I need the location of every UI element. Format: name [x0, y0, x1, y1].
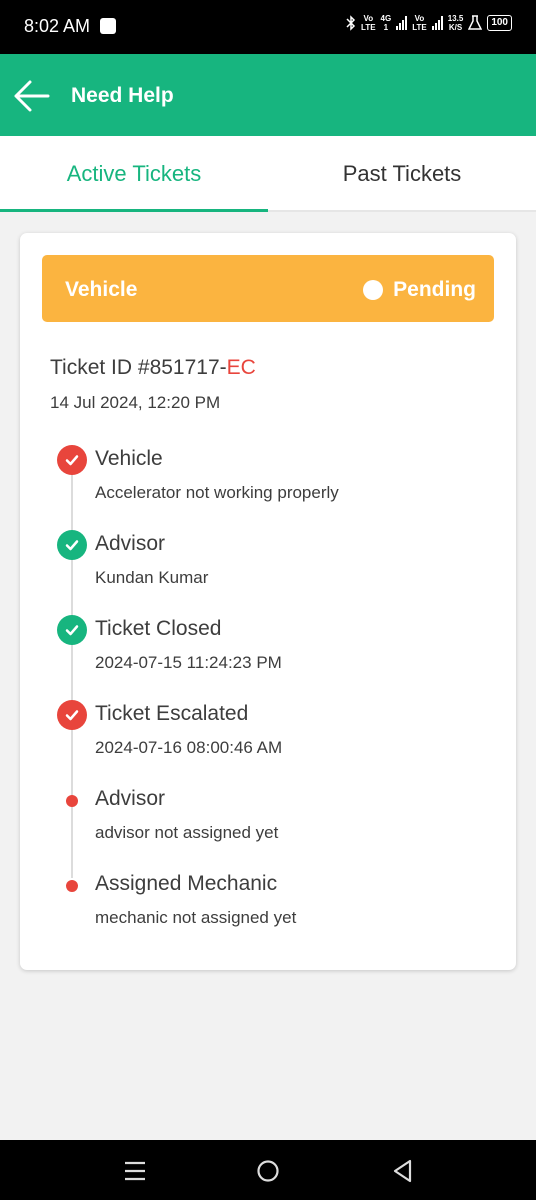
check-icon [57, 530, 87, 560]
status-dot-icon [363, 280, 384, 300]
ticket-tabs: Active Tickets Past Tickets [0, 136, 536, 212]
home-icon [257, 1160, 279, 1182]
timeline-subtitle: Accelerator not working properly [95, 483, 339, 502]
timeline-title: Assigned Mechanic [95, 872, 278, 895]
tab-past-tickets[interactable]: Past Tickets [268, 136, 536, 212]
timeline-item-ticket-escalated: Ticket Escalated 2024-07-16 08:00:46 AM [20, 700, 516, 770]
back-icon [393, 1159, 412, 1183]
volte-label-top: Vo [414, 14, 425, 23]
speed-value: 13.5 [447, 14, 464, 23]
status-icons: Vo LTE 4G 1 Vo LTE 13.5 K/S 100 [346, 14, 512, 32]
timeline-item-mechanic-pending: Assigned Mechanic mechanic not assigned … [20, 870, 516, 940]
timeline-subtitle: mechanic not assigned yet [95, 908, 297, 927]
check-icon [57, 615, 87, 645]
timeline-subtitle: advisor not assigned yet [95, 823, 279, 842]
status-bar: 8:02 AM Vo LTE 4G 1 Vo LTE 13.5 K/S 100 [0, 0, 536, 54]
timeline-subtitle: 2024-07-15 11:24:23 PM [95, 653, 282, 672]
pending-dot-icon [66, 880, 78, 892]
timeline-subtitle: Kundan Kumar [95, 568, 209, 587]
flask-icon [468, 15, 483, 30]
ticket-card[interactable]: Vehicle Pending Ticket ID #851717-EC 14 … [20, 233, 516, 970]
ticket-id-number: Ticket ID #851717- [50, 356, 227, 379]
network-type-indicator: 4G 1 [381, 14, 392, 32]
ticket-date: 14 Jul 2024, 12:20 PM [50, 393, 221, 412]
timeline-item-advisor: Advisor Kundan Kumar [20, 530, 516, 600]
status-time: 8:02 AM [24, 16, 91, 36]
timeline-item-advisor-pending: Advisor advisor not assigned yet [20, 785, 516, 855]
timeline-title: Ticket Closed [95, 617, 222, 640]
timeline-title: Ticket Escalated [95, 702, 249, 725]
network-speed: 13.5 K/S [448, 14, 464, 32]
menu-icon [125, 1161, 145, 1181]
status-label: Pending [393, 278, 476, 301]
timeline-subtitle: 2024-07-16 08:00:46 AM [95, 738, 283, 757]
arrow-left-icon [14, 80, 50, 112]
notification-icon [100, 18, 116, 34]
timeline-title: Advisor [95, 532, 166, 555]
signal-icon [396, 16, 408, 30]
tab-active-tickets[interactable]: Active Tickets [0, 136, 268, 212]
ticket-status-banner: Vehicle Pending [42, 255, 494, 322]
check-icon [57, 445, 87, 475]
page-title: Need Help [71, 84, 174, 107]
status-badge: Pending [363, 278, 476, 302]
battery-icon: 100 [487, 15, 512, 31]
ticket-id: Ticket ID #851717-EC [50, 356, 256, 380]
signal-icon [431, 16, 443, 30]
volte-label-bottom: LTE [412, 23, 427, 32]
home-button[interactable] [255, 1158, 281, 1184]
pending-dot-icon [66, 795, 78, 807]
volte-indicator-1: Vo LTE [361, 14, 376, 32]
app-header: Need Help [0, 54, 536, 136]
volte-label-top: Vo [363, 14, 374, 23]
back-button[interactable] [12, 76, 52, 116]
network-type-label: 4G [380, 14, 392, 23]
speed-unit: K/S [448, 23, 463, 32]
check-icon [57, 700, 87, 730]
recent-apps-button[interactable] [122, 1158, 148, 1184]
timeline-item-vehicle: Vehicle Accelerator not working properly [20, 445, 516, 515]
bluetooth-icon [346, 15, 356, 31]
active-tab-indicator [0, 209, 268, 212]
system-back-button[interactable] [390, 1158, 416, 1184]
timeline-title: Vehicle [95, 447, 163, 470]
sim-slot-label: 1 [383, 23, 389, 32]
ticket-id-suffix: EC [226, 356, 256, 379]
volte-label-bottom: LTE [361, 23, 376, 32]
ticket-category: Vehicle [65, 278, 138, 301]
volte-indicator-2: Vo LTE [412, 14, 427, 32]
system-nav-bar [0, 1140, 536, 1200]
timeline-item-ticket-closed: Ticket Closed 2024-07-15 11:24:23 PM [20, 615, 516, 685]
timeline-title: Advisor [95, 787, 166, 810]
